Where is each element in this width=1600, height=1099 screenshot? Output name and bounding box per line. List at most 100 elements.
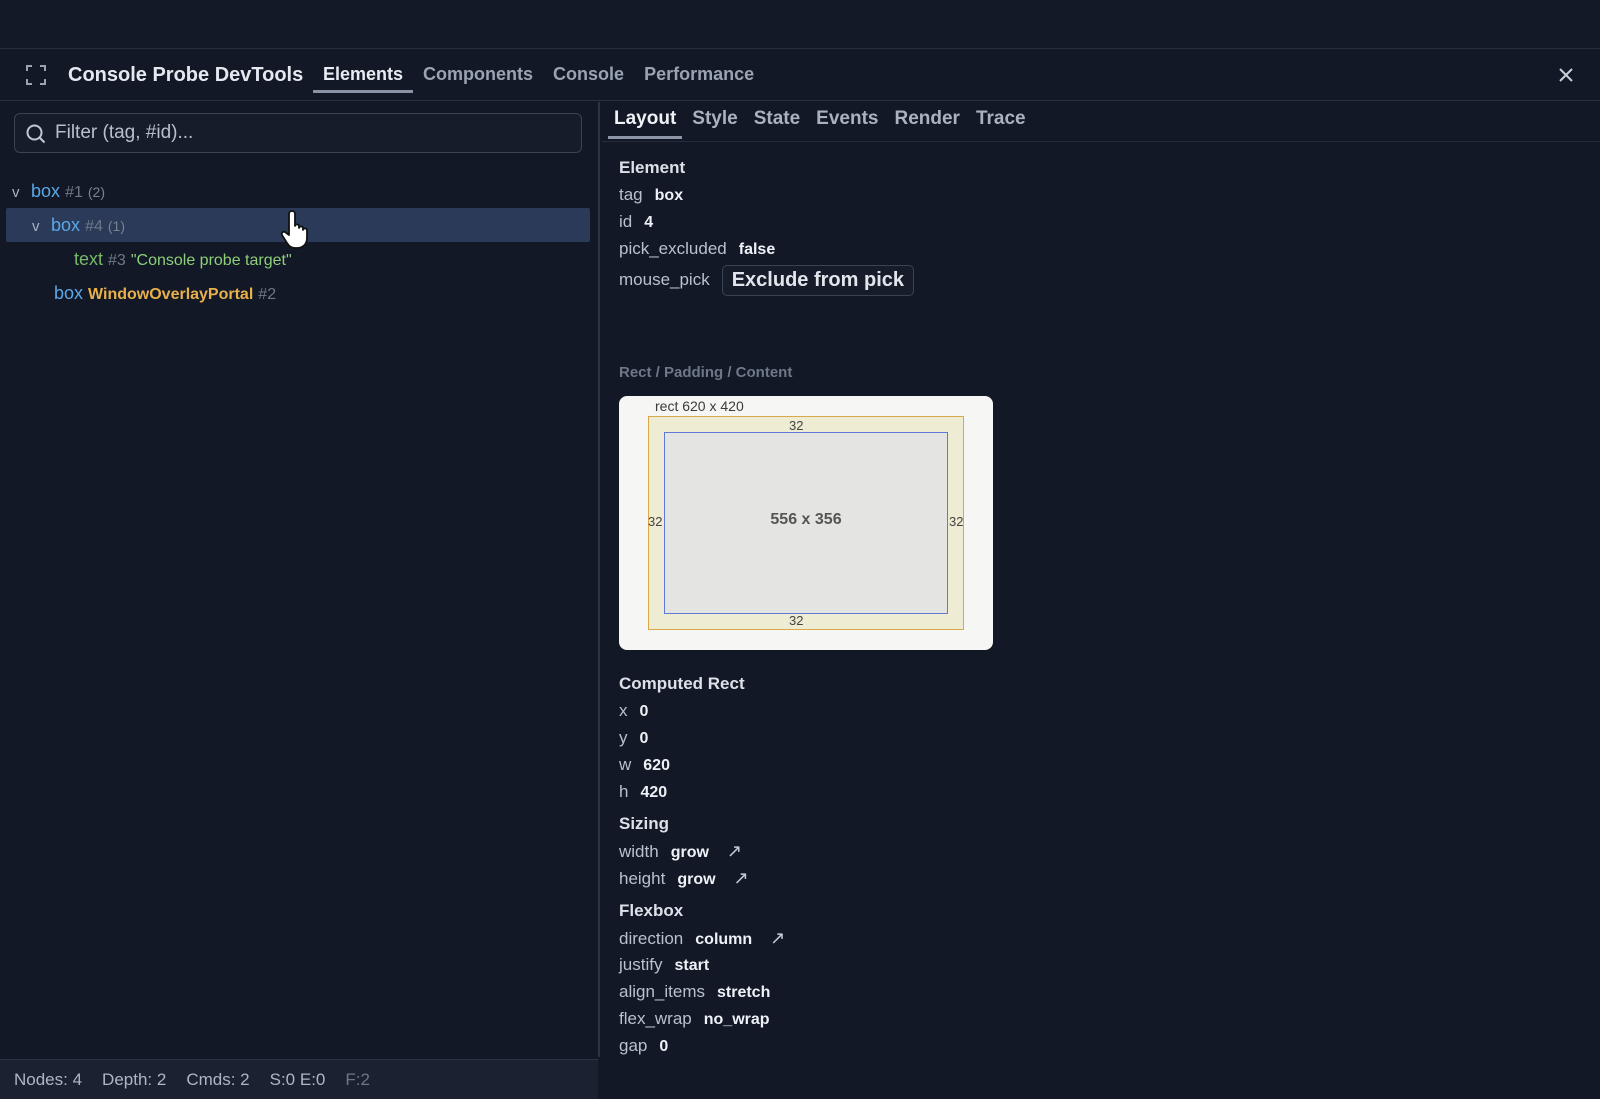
inspector-tabs: Layout Style State Events Render Trace [602, 102, 1600, 142]
tab-trace[interactable]: Trace [970, 102, 1032, 142]
prop-key: x [619, 701, 628, 720]
node-tag: box [54, 283, 84, 303]
node-id: #4 [85, 218, 103, 235]
prop-value: box [654, 187, 684, 204]
prop-value: 0 [639, 730, 649, 747]
prop-width: width grow ↗ [619, 841, 742, 862]
prop-value: 4 [644, 214, 654, 231]
tab-state[interactable]: State [748, 102, 806, 142]
computed-rect-heading: Computed Rect [619, 674, 745, 693]
tree-node-box-2[interactable]: box WindowOverlayPortal #2 [6, 276, 590, 310]
edit-arrow-icon[interactable]: ↗ [770, 928, 785, 948]
prop-x: x0 [619, 701, 648, 721]
prop-value: 420 [640, 784, 668, 801]
status-depth: Depth: 2 [102, 1069, 167, 1089]
prop-value: grow [670, 844, 709, 861]
prop-value: stretch [717, 984, 771, 1001]
prop-justify: justify start [619, 955, 709, 975]
status-f: F:2 [345, 1069, 370, 1089]
prop-h: h 420 [619, 782, 667, 802]
child-count: (2) [87, 184, 105, 200]
node-id: #3 [108, 252, 126, 269]
padding-left: 32 [648, 514, 663, 529]
expand-caret[interactable]: v [32, 210, 46, 244]
prop-key: gap [619, 1036, 648, 1055]
prop-key: h [619, 782, 629, 801]
expand-icon[interactable] [24, 63, 48, 87]
prop-key: mouse_pick [619, 269, 710, 289]
status-se: S:0 E:0 [269, 1069, 326, 1089]
padding-top: 32 [789, 418, 804, 433]
element-heading: Element [619, 158, 686, 177]
prop-key: align_items [619, 982, 705, 1001]
prop-key: pick_excluded [619, 239, 727, 258]
hand-cursor-icon [280, 207, 320, 251]
content-size: 556 x 356 [770, 511, 842, 528]
app-title: Console Probe DevTools [68, 64, 304, 86]
title-bar: Console Probe DevTools Elements Componen… [0, 49, 1600, 101]
node-text: "Console probe target" [130, 252, 292, 269]
prop-key: w [619, 755, 632, 774]
sizing-heading: Sizing [619, 814, 670, 833]
node-tag: box [31, 181, 61, 201]
prop-key: tag [619, 185, 643, 204]
prop-tag: tag box [619, 185, 683, 205]
main-tabs: Elements Components Console Performance [313, 49, 764, 101]
prop-y: y0 [619, 728, 648, 748]
tab-elements[interactable]: Elements [313, 49, 414, 101]
node-id: #1 [65, 184, 83, 201]
boxmodel-heading: Rect / Padding / Content [619, 364, 793, 381]
tab-components[interactable]: Components [413, 49, 543, 101]
prop-mouse-pick: mouse_pick Exclude from pick [619, 265, 914, 296]
node-id: #2 [258, 286, 277, 303]
prop-gap: gap 0 [619, 1036, 668, 1056]
node-name: WindowOverlayPortal [88, 286, 254, 303]
tree-node-box-1[interactable]: v box #1 (2) [6, 174, 590, 208]
exclude-from-pick-button[interactable]: Exclude from pick [721, 265, 914, 296]
node-tag: text [74, 249, 104, 269]
prop-value: start [674, 957, 710, 974]
tab-render[interactable]: Render [888, 102, 965, 142]
filter-box[interactable] [14, 113, 582, 153]
prop-key: y [619, 728, 628, 747]
prop-id: id 4 [619, 212, 653, 232]
status-nodes: Nodes: 4 [14, 1069, 83, 1089]
prop-key: flex_wrap [619, 1009, 692, 1028]
prop-pick-excluded: pick_excluded false [619, 239, 775, 259]
prop-value: 0 [659, 1038, 669, 1055]
prop-value: no_wrap [703, 1011, 770, 1028]
prop-key: direction [619, 929, 684, 948]
expand-caret[interactable]: v [12, 176, 26, 210]
search-icon [25, 123, 47, 145]
filter-input[interactable] [55, 114, 575, 152]
prop-direction: direction column ↗ [619, 928, 785, 949]
prop-align-items: align_items stretch [619, 982, 770, 1002]
tab-console[interactable]: Console [543, 49, 634, 101]
inspector-pane: Layout Style State Events Render Trace E… [602, 102, 1600, 1057]
rect-label: rect 620 x 420 [655, 398, 744, 414]
status-cmds: Cmds: 2 [186, 1069, 250, 1089]
prop-value: grow [677, 871, 716, 888]
tab-style[interactable]: Style [686, 102, 743, 142]
prop-key: id [619, 212, 633, 231]
child-count: (1) [107, 218, 125, 234]
devtools-window: Console Probe DevTools Elements Componen… [0, 48, 1600, 1099]
prop-key: justify [619, 955, 663, 974]
prop-value: 620 [643, 757, 670, 774]
tab-performance[interactable]: Performance [634, 49, 764, 101]
tab-events[interactable]: Events [810, 102, 884, 142]
edit-arrow-icon[interactable]: ↗ [734, 868, 749, 888]
close-icon[interactable] [1554, 63, 1578, 87]
prop-key: height [619, 869, 666, 888]
prop-value: false [738, 241, 776, 258]
prop-height: height grow ↗ [619, 868, 749, 889]
prop-value: column [695, 931, 753, 948]
prop-value: 0 [639, 703, 649, 720]
padding-right: 32 [949, 514, 964, 529]
edit-arrow-icon[interactable]: ↗ [727, 841, 742, 861]
tab-layout[interactable]: Layout [608, 102, 683, 142]
top-strip [0, 0, 1600, 48]
prop-w: w 620 [619, 755, 670, 775]
flexbox-heading: Flexbox [619, 901, 684, 920]
box-model-diagram: rect 620 x 420 32 32 32 32 556 x 356 [619, 396, 993, 650]
